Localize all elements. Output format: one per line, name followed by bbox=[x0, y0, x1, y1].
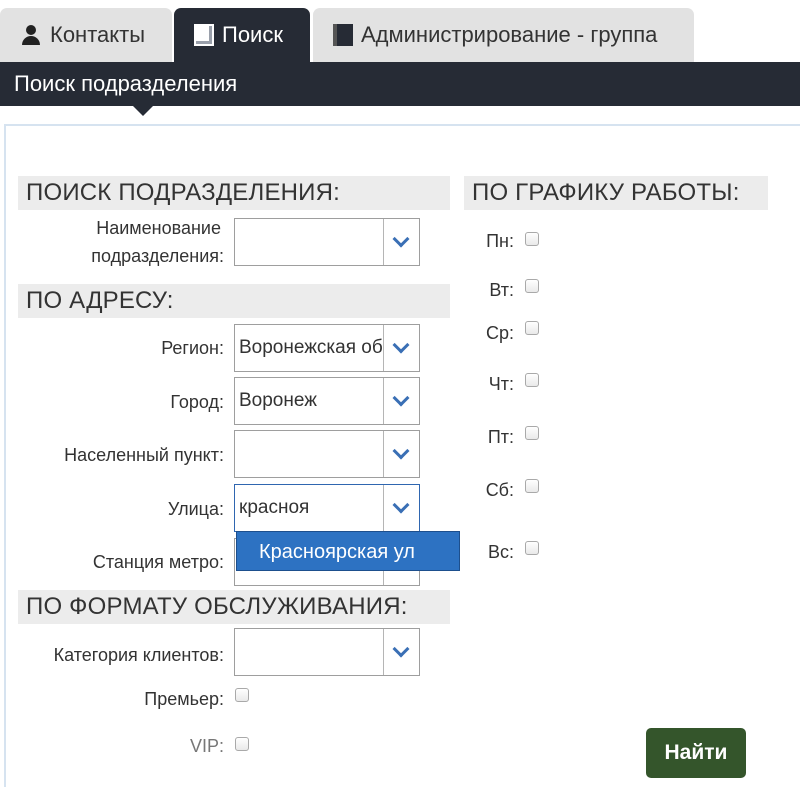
region-dropdown-button[interactable] bbox=[383, 325, 419, 371]
region-value: Воронежская об bbox=[239, 337, 383, 358]
user-icon bbox=[20, 24, 42, 46]
tab-search-label: Поиск bbox=[222, 22, 283, 47]
section-address: ПО АДРЕСУ: bbox=[18, 284, 450, 318]
client-category-select[interactable] bbox=[234, 628, 420, 676]
find-button[interactable]: Найти bbox=[646, 728, 746, 778]
street-dropdown-button[interactable] bbox=[383, 485, 419, 531]
tab-admin-group[interactable]: Администрирование - группа bbox=[313, 8, 694, 62]
day-mon-checkbox[interactable] bbox=[525, 232, 539, 246]
unit-name-dropdown-button[interactable] bbox=[383, 219, 419, 265]
city-label: Город: bbox=[170, 392, 224, 412]
day-sun-label: Вс: bbox=[487, 542, 514, 562]
tab-search[interactable]: Поиск bbox=[174, 8, 310, 62]
metro-label: Станция метро: bbox=[92, 552, 224, 572]
tab-contacts-label: Контакты bbox=[50, 22, 146, 47]
section-unit-search: ПОИСК ПОДРАЗДЕЛЕНИЯ: bbox=[18, 176, 450, 210]
section-header-bar: Поиск подразделения bbox=[0, 62, 800, 106]
city-dropdown-button[interactable] bbox=[383, 378, 419, 424]
region-label: Регион: bbox=[161, 338, 224, 358]
premier-label: Премьер: bbox=[144, 689, 224, 709]
day-tue-label: Вт: bbox=[489, 280, 514, 300]
city-select[interactable]: Воронеж bbox=[234, 377, 420, 425]
street-input-value[interactable]: красноя bbox=[239, 497, 383, 519]
document-dark-icon bbox=[333, 24, 353, 46]
chevron-down-icon bbox=[392, 389, 410, 407]
day-mon-label: Пн: bbox=[486, 231, 514, 251]
street-suggestion-item[interactable]: Красноярская ул bbox=[236, 531, 460, 571]
unit-name-label-line1: Наименование bbox=[96, 218, 221, 238]
locality-select[interactable] bbox=[234, 430, 420, 478]
day-thu-label: Чт: bbox=[488, 374, 514, 394]
unit-name-select[interactable] bbox=[234, 218, 420, 266]
chevron-down-icon bbox=[392, 336, 410, 354]
client-category-dropdown-button[interactable] bbox=[383, 629, 419, 675]
day-sat-label: Сб: bbox=[485, 480, 514, 500]
section-schedule: ПО ГРАФИКУ РАБОТЫ: bbox=[464, 176, 768, 210]
day-thu-checkbox[interactable] bbox=[525, 373, 539, 387]
day-sat-checkbox[interactable] bbox=[525, 479, 539, 493]
chevron-down-icon bbox=[392, 230, 410, 248]
region-select[interactable]: Воронежская об bbox=[234, 324, 420, 372]
document-icon bbox=[194, 24, 214, 46]
tab-strip: Контакты Поиск Администрирование - групп… bbox=[0, 0, 800, 62]
vip-checkbox[interactable] bbox=[235, 737, 249, 751]
day-wed-label: Ср: bbox=[485, 323, 514, 343]
day-tue-checkbox[interactable] bbox=[525, 279, 539, 293]
city-value: Воронеж bbox=[239, 390, 317, 411]
street-select[interactable]: красноя bbox=[234, 484, 420, 532]
day-wed-checkbox[interactable] bbox=[525, 321, 539, 335]
client-category-label: Категория клиентов: bbox=[53, 645, 224, 665]
street-label: Улица: bbox=[167, 499, 224, 519]
chevron-down-icon bbox=[392, 496, 410, 514]
page-title: Поиск подразделения bbox=[14, 71, 238, 96]
chevron-down-icon bbox=[392, 640, 410, 658]
day-sun-checkbox[interactable] bbox=[525, 541, 539, 555]
locality-dropdown-button[interactable] bbox=[383, 431, 419, 477]
chevron-down-icon bbox=[392, 442, 410, 460]
tab-contacts[interactable]: Контакты bbox=[0, 8, 172, 62]
day-fri-checkbox[interactable] bbox=[525, 426, 539, 440]
tab-admin-group-label: Администрирование - группа bbox=[361, 22, 658, 47]
locality-label: Населенный пункт: bbox=[64, 445, 224, 465]
header-pointer bbox=[133, 106, 153, 116]
section-service-format: ПО ФОРМАТУ ОБСЛУЖИВАНИЯ: bbox=[18, 590, 450, 624]
vip-label: VIP: bbox=[189, 736, 224, 756]
premier-checkbox[interactable] bbox=[235, 688, 249, 702]
unit-name-label-line2: подразделения: bbox=[91, 246, 224, 266]
day-fri-label: Пт: bbox=[487, 427, 514, 447]
